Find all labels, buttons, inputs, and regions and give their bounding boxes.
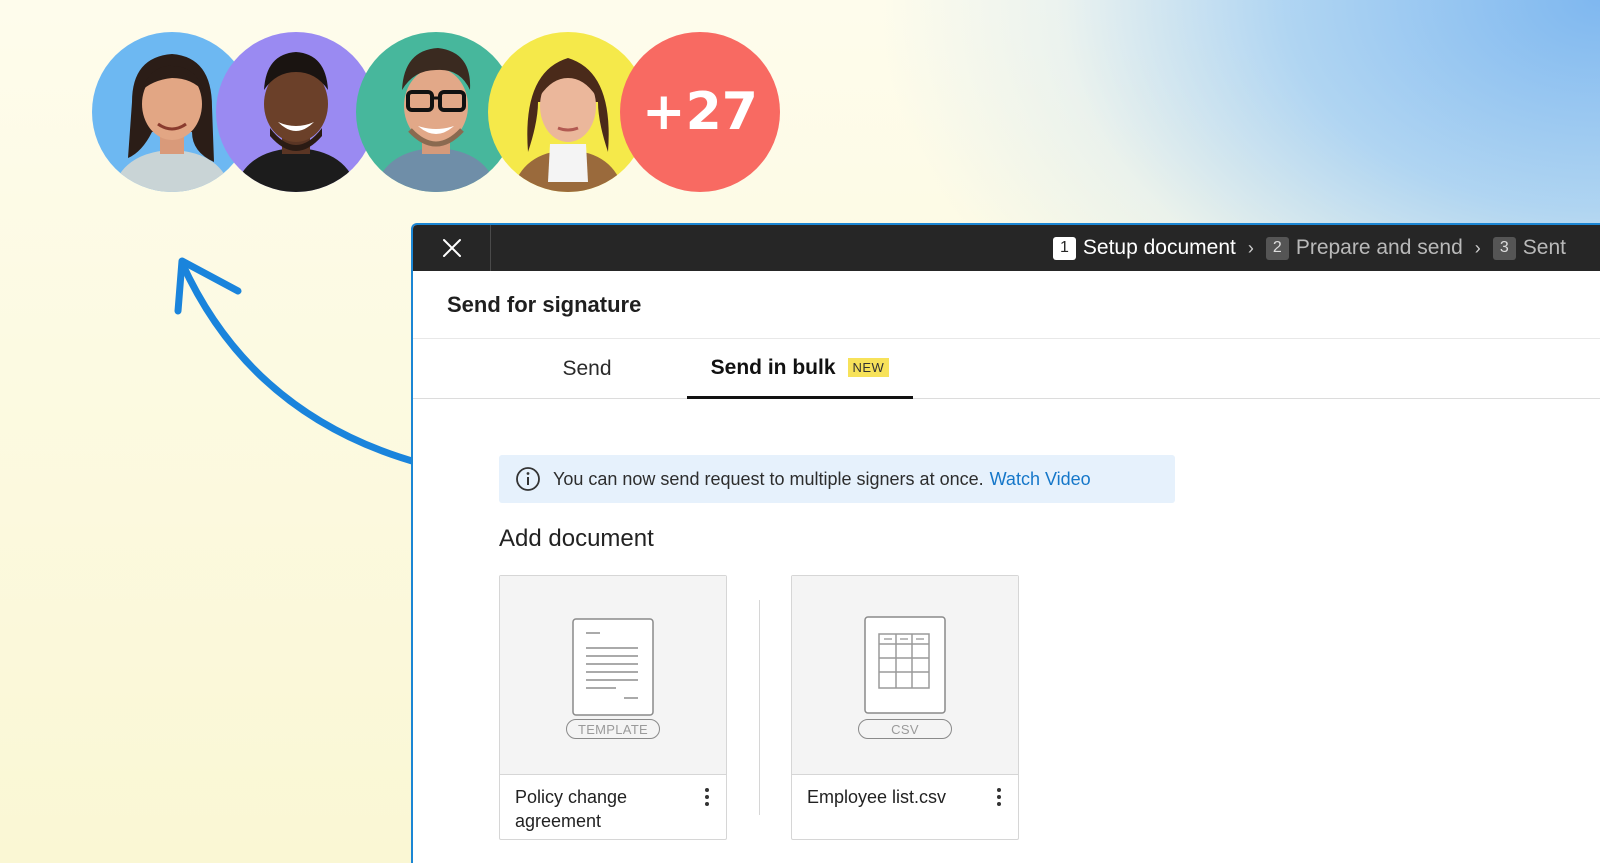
dialog-topbar: 1 Setup document › 2 Prepare and send › … bbox=[413, 225, 1600, 271]
document-card-csv[interactable]: CSV Employee list.csv bbox=[791, 575, 1019, 840]
tab-bar: Send Send in bulk NEW bbox=[413, 339, 1600, 399]
step-label: Sent bbox=[1522, 236, 1566, 259]
info-banner: You can now send request to multiple sig… bbox=[499, 455, 1175, 503]
avatar bbox=[216, 32, 376, 192]
send-for-signature-dialog: 1 Setup document › 2 Prepare and send › … bbox=[411, 223, 1600, 863]
step-number: 1 bbox=[1052, 236, 1076, 260]
document-preview: CSV bbox=[792, 576, 1018, 775]
card-divider bbox=[759, 600, 760, 815]
tab-label: Send in bulk bbox=[710, 355, 836, 379]
tab-send[interactable]: Send bbox=[513, 339, 661, 399]
step-setup-document: 1 Setup document bbox=[1052, 236, 1236, 260]
info-icon bbox=[516, 467, 540, 491]
more-options-icon[interactable] bbox=[700, 785, 714, 809]
close-button[interactable] bbox=[413, 225, 491, 271]
step-sent: 3 Sent bbox=[1492, 236, 1566, 260]
section-title: Add document bbox=[499, 525, 654, 552]
document-name: Employee list.csv bbox=[807, 787, 947, 807]
new-badge: NEW bbox=[847, 358, 890, 377]
chevron-right-icon: › bbox=[1474, 237, 1481, 258]
more-members-badge: +27 bbox=[620, 32, 780, 192]
spreadsheet-icon bbox=[864, 616, 946, 714]
chevron-right-icon: › bbox=[1247, 237, 1254, 258]
template-tag: TEMPLATE bbox=[566, 719, 660, 739]
dialog-title: Send for signature bbox=[447, 291, 642, 317]
more-options-icon[interactable] bbox=[992, 785, 1006, 809]
step-label: Setup document bbox=[1082, 236, 1236, 259]
step-label: Prepare and send bbox=[1295, 236, 1463, 259]
document-icon bbox=[572, 618, 654, 716]
document-preview: TEMPLATE bbox=[500, 576, 726, 775]
progress-steps: 1 Setup document › 2 Prepare and send › … bbox=[1052, 225, 1566, 271]
tab-send-in-bulk[interactable]: Send in bulk NEW bbox=[687, 339, 913, 399]
dialog-header: Send for signature bbox=[413, 271, 1600, 339]
csv-tag: CSV bbox=[858, 719, 952, 739]
info-text: You can now send request to multiple sig… bbox=[553, 468, 984, 489]
watch-video-link[interactable]: Watch Video bbox=[990, 469, 1091, 490]
close-icon bbox=[442, 239, 461, 257]
document-card-template[interactable]: TEMPLATE Policy change agreement bbox=[499, 575, 727, 840]
avatar-group: +27 bbox=[92, 32, 792, 197]
step-number: 3 bbox=[1492, 236, 1516, 260]
document-name: Policy change agreement bbox=[515, 787, 628, 831]
card-footer: Policy change agreement bbox=[500, 775, 726, 833]
step-number: 2 bbox=[1265, 236, 1289, 260]
step-prepare-and-send: 2 Prepare and send bbox=[1265, 236, 1463, 260]
card-footer: Employee list.csv bbox=[792, 775, 1018, 809]
